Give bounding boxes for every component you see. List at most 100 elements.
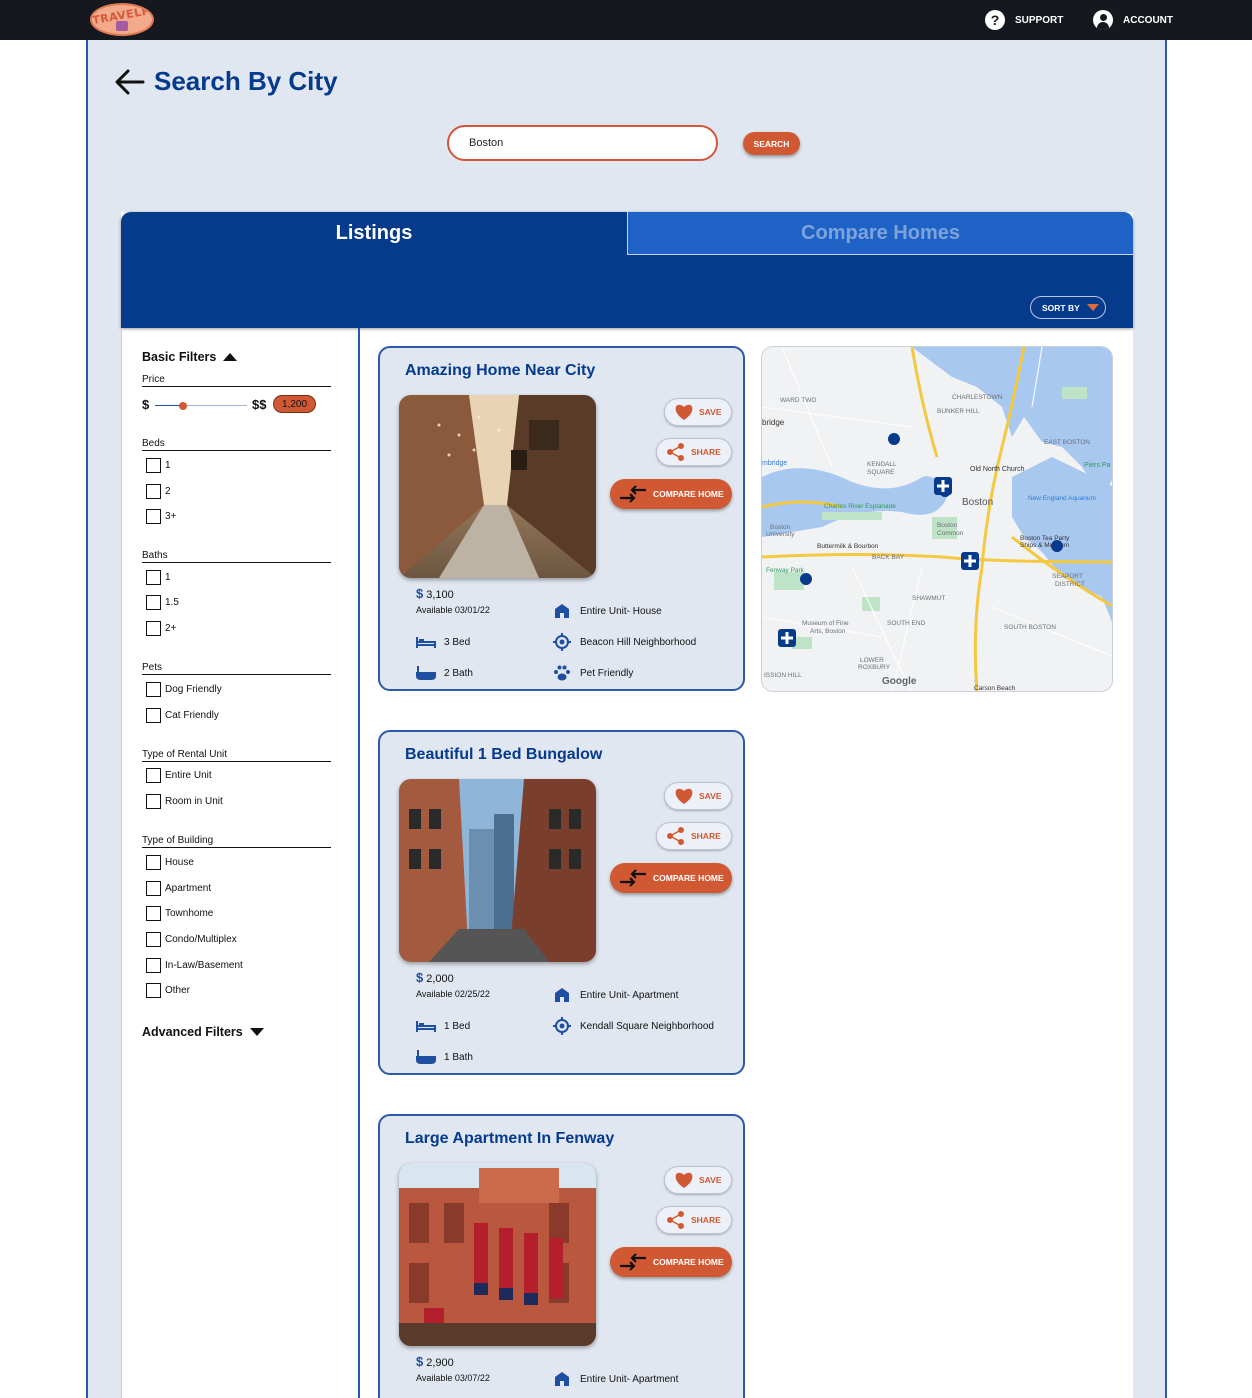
- account-label: ACCOUNT: [1123, 14, 1173, 26]
- heart-icon: [675, 788, 693, 804]
- pets-option-cat[interactable]: Cat Friendly: [146, 708, 219, 723]
- bath-count: 2 Bath: [416, 665, 473, 681]
- search-button[interactable]: SEARCH: [743, 132, 800, 155]
- baths-option-1-5[interactable]: 1.5: [146, 595, 179, 610]
- option-label: 2+: [165, 623, 177, 634]
- pet-policy: Pet Friendly: [552, 665, 633, 681]
- tab-listings[interactable]: Listings: [121, 212, 627, 254]
- compare-home-button[interactable]: COMPARE HOME: [610, 479, 732, 509]
- rental-option-room[interactable]: Room in Unit: [146, 794, 223, 809]
- sort-by-dropdown[interactable]: SORT BY: [1030, 296, 1106, 319]
- listing-photo[interactable]: [399, 395, 596, 578]
- price-min-label: $: [142, 397, 150, 412]
- listing-availability: Available 03/07/22: [416, 1373, 490, 1383]
- listing-card[interactable]: Beautiful 1 Bed Bungalow SAVE SHARE COMP…: [378, 730, 745, 1075]
- building-option-other[interactable]: Other: [146, 983, 190, 998]
- checkbox[interactable]: [146, 768, 161, 783]
- baths-label: 1 Bath: [444, 1051, 473, 1063]
- page-title: Search By City: [154, 66, 338, 96]
- chevron-down-icon: [249, 1028, 264, 1036]
- house-icon: [552, 1371, 572, 1387]
- travelpad-logo[interactable]: TRAVELPAD: [90, 3, 154, 36]
- save-button[interactable]: SAVE: [664, 782, 732, 810]
- tab-header: Listings Compare Homes SORT BY: [121, 212, 1133, 328]
- svg-text:SEAPORT: SEAPORT: [1052, 573, 1083, 580]
- city-search-input[interactable]: [447, 125, 718, 161]
- sort-by-label: SORT BY: [1042, 302, 1080, 313]
- city-map[interactable]: CHARLESTOWN BUNKER HILL WARD TWO EAST BOST…: [761, 346, 1113, 692]
- checkbox[interactable]: [146, 932, 161, 947]
- advanced-filters-toggle[interactable]: Advanced Filters: [142, 1025, 264, 1039]
- checkbox[interactable]: [146, 794, 161, 809]
- bed-count: 3 Bed: [416, 634, 470, 650]
- share-button[interactable]: SHARE: [656, 1206, 732, 1234]
- tab-compare-homes[interactable]: Compare Homes: [627, 212, 1133, 255]
- baths-option-1[interactable]: 1: [146, 570, 171, 585]
- svg-text:Arts, Boston: Arts, Boston: [810, 628, 846, 635]
- price-value: 2,900: [426, 1357, 454, 1369]
- svg-text:Carson Beach: Carson Beach: [974, 685, 1016, 692]
- share-icon: [667, 1211, 684, 1229]
- neighborhood-label: Kendall Square Neighborhood: [580, 1020, 714, 1032]
- checkbox[interactable]: [146, 484, 161, 499]
- svg-text:New England Aquarium: New England Aquarium: [1028, 495, 1096, 502]
- checkbox[interactable]: [146, 855, 161, 870]
- price-slider-thumb[interactable]: [178, 402, 187, 410]
- compare-home-button[interactable]: COMPARE HOME: [610, 863, 732, 893]
- building-option-house[interactable]: House: [146, 855, 194, 870]
- support-link[interactable]: ? SUPPORT: [985, 10, 1063, 30]
- beds-option-1[interactable]: 1: [146, 458, 171, 473]
- svg-text:Boston: Boston: [770, 524, 791, 531]
- checkbox[interactable]: [146, 595, 161, 610]
- checkbox[interactable]: [146, 682, 161, 697]
- checkbox[interactable]: [146, 458, 161, 473]
- listing-photo[interactable]: [399, 1163, 596, 1346]
- compare-home-button[interactable]: COMPARE HOME: [610, 1247, 732, 1277]
- save-button[interactable]: SAVE: [664, 398, 732, 426]
- price-value: 3,100: [426, 589, 454, 601]
- price-slider-track[interactable]: [155, 402, 247, 410]
- price-label: Price: [142, 374, 331, 387]
- checkbox[interactable]: [146, 906, 161, 921]
- checkbox[interactable]: [146, 881, 161, 896]
- save-label: SAVE: [699, 407, 722, 417]
- baths-option-2plus[interactable]: 2+: [146, 621, 176, 636]
- account-link[interactable]: ACCOUNT: [1093, 10, 1173, 30]
- building-option-inlaw[interactable]: In-Law/Basement: [146, 958, 243, 973]
- checkbox[interactable]: [146, 509, 161, 524]
- share-button[interactable]: SHARE: [656, 822, 732, 850]
- svg-text:WARD TWO: WARD TWO: [780, 397, 816, 404]
- checkbox[interactable]: [146, 621, 161, 636]
- building-option-townhome[interactable]: Townhome: [146, 906, 213, 921]
- listing-availability: Available 02/25/22: [416, 989, 490, 999]
- beds-option-3plus[interactable]: 3+: [146, 509, 176, 524]
- compare-arrows-icon: [620, 1253, 646, 1271]
- pets-option-dog[interactable]: Dog Friendly: [146, 682, 222, 697]
- neighborhood: Beacon Hill Neighborhood: [552, 633, 696, 651]
- compare-label: COMPARE HOME: [653, 489, 724, 499]
- beds-option-2[interactable]: 2: [146, 484, 171, 499]
- option-label: 3+: [165, 511, 177, 522]
- share-button[interactable]: SHARE: [656, 438, 732, 466]
- building-option-condo[interactable]: Condo/Multiplex: [146, 932, 237, 947]
- price-filter: $ $$ 1,200: [142, 394, 342, 418]
- pets-label: Pets: [142, 662, 331, 675]
- building-option-apartment[interactable]: Apartment: [146, 881, 211, 896]
- svg-text:Charles River Esplanade: Charles River Esplanade: [824, 503, 896, 510]
- checkbox[interactable]: [146, 570, 161, 585]
- svg-text:ROXBURY: ROXBURY: [858, 664, 891, 671]
- back-arrow-icon[interactable]: [113, 66, 145, 98]
- listing-card[interactable]: Large Apartment In Fenway SAVE SHARE COM…: [378, 1114, 745, 1398]
- option-label: Entire Unit: [165, 770, 212, 781]
- save-button[interactable]: SAVE: [664, 1166, 732, 1194]
- checkbox[interactable]: [146, 958, 161, 973]
- checkbox[interactable]: [146, 983, 161, 998]
- price-value-badge[interactable]: 1,200: [273, 395, 316, 413]
- checkbox[interactable]: [146, 708, 161, 723]
- option-label: In-Law/Basement: [165, 960, 243, 971]
- basic-filters-toggle[interactable]: Basic Filters: [142, 350, 238, 364]
- listing-card[interactable]: Amazing Home Near City SAVE SHARE COMPAR…: [378, 346, 745, 691]
- svg-text:Piers Pa: Piers Pa: [1084, 462, 1111, 469]
- rental-option-entire[interactable]: Entire Unit: [146, 768, 212, 783]
- listing-photo[interactable]: [399, 779, 596, 962]
